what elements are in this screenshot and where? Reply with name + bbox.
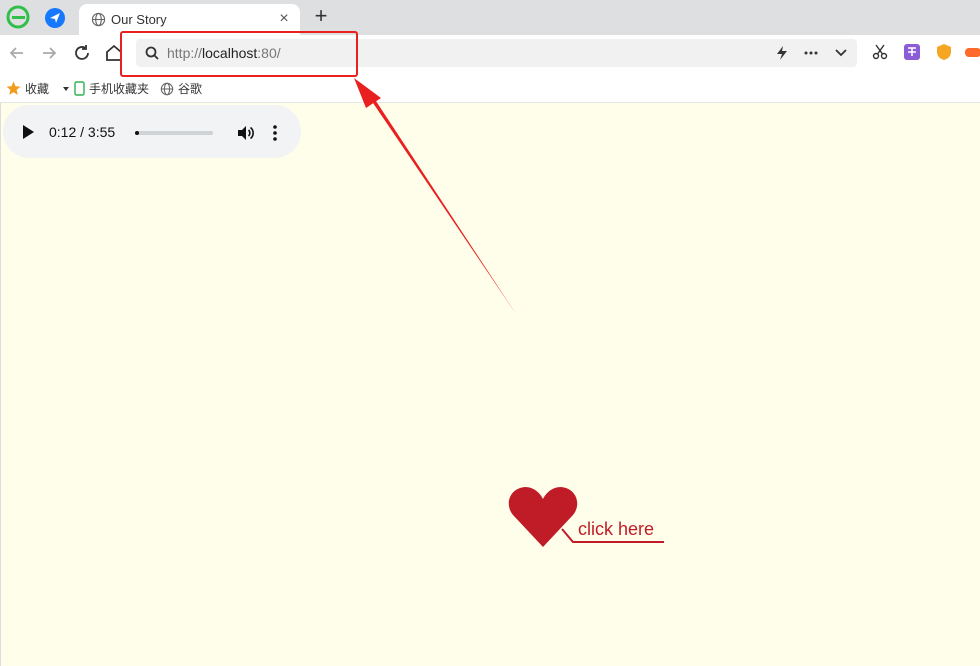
- more-vertical-icon[interactable]: [271, 123, 279, 143]
- shield-icon[interactable]: [935, 43, 953, 61]
- click-here-link[interactable]: click here: [578, 519, 654, 540]
- volume-icon[interactable]: [235, 123, 255, 143]
- scissors-icon[interactable]: [871, 43, 889, 61]
- audio-player[interactable]: 0:12 / 3:55: [3, 105, 301, 158]
- lightning-icon[interactable]: [775, 45, 789, 61]
- caret-down-icon[interactable]: [59, 84, 73, 94]
- reload-icon[interactable]: [71, 42, 93, 64]
- bookmark-google[interactable]: 谷歌: [160, 80, 202, 97]
- audio-progress-fill: [135, 131, 139, 135]
- audio-time: 0:12 / 3:55: [49, 124, 116, 140]
- browser-logo-icon[interactable]: [6, 5, 30, 29]
- bookmark-label: 收藏: [25, 82, 50, 96]
- phone-icon: [74, 81, 85, 96]
- bookmark-favorites[interactable]: 收藏: [6, 80, 73, 97]
- page-content: 0:12 / 3:55 click here: [0, 103, 980, 666]
- audio-seek-slider[interactable]: [135, 131, 213, 135]
- star-icon: [6, 81, 21, 95]
- forward-icon[interactable]: [38, 42, 60, 64]
- play-icon[interactable]: [23, 125, 34, 139]
- pinned-tab-navigation-icon[interactable]: [45, 8, 65, 28]
- bookmark-label: 谷歌: [178, 82, 203, 96]
- chevron-down-icon[interactable]: [833, 45, 849, 61]
- new-tab-button[interactable]: +: [310, 5, 332, 27]
- bookmarks-bar: 收藏 手机收藏夹 谷歌: [0, 73, 980, 103]
- bookmark-mobile[interactable]: 手机收藏夹: [74, 80, 149, 97]
- gamepad-icon[interactable]: [964, 43, 980, 61]
- back-icon[interactable]: [6, 42, 28, 64]
- bookmark-label: 手机收藏夹: [89, 82, 150, 96]
- annotation-highlight-box: [120, 31, 358, 77]
- more-horizontal-icon[interactable]: [803, 45, 819, 61]
- tab-strip: Our Story × +: [0, 0, 980, 35]
- tab-close-icon[interactable]: ×: [276, 11, 292, 27]
- translate-icon[interactable]: [903, 43, 921, 61]
- tab-title: Our Story: [111, 12, 167, 27]
- globe-icon: [160, 82, 174, 95]
- globe-icon: [91, 12, 106, 27]
